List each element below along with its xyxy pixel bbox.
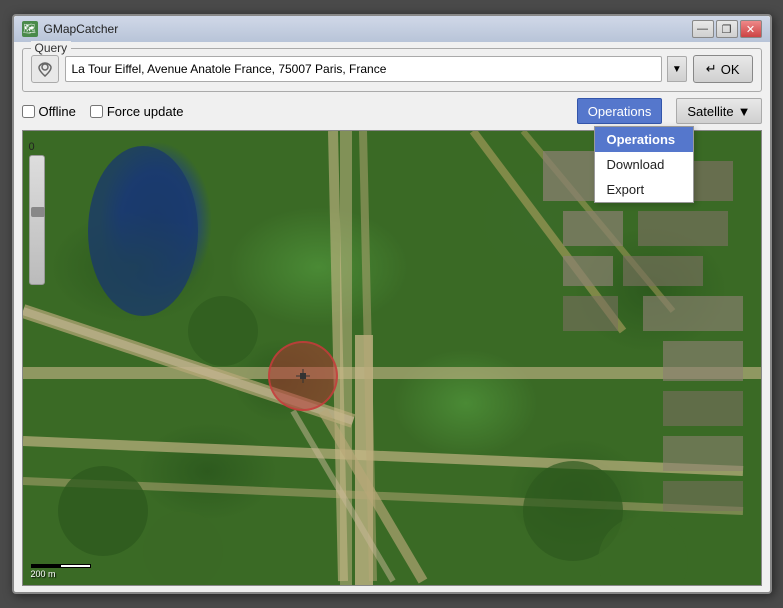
minimize-button[interactable]: —	[692, 20, 714, 38]
restore-button[interactable]: ❐	[716, 20, 738, 38]
query-group: Query ▼ ↵ OK	[22, 48, 762, 92]
titlebar: 🗺 GMapCatcher — ❐ ✕	[14, 16, 770, 42]
query-row: ▼ ↵ OK	[31, 55, 753, 83]
main-content: Query ▼ ↵ OK Offline	[14, 42, 770, 592]
operations-dropdown-menu: Operations Download Export	[594, 126, 694, 203]
force-update-checkbox-label[interactable]: Force update	[90, 104, 184, 119]
operations-menu-header[interactable]: Operations	[595, 127, 693, 152]
toolbar-row: Offline Force update Operations Satellit…	[22, 98, 762, 124]
query-legend: Query	[31, 41, 72, 55]
location-icon[interactable]	[31, 55, 59, 83]
operations-button[interactable]: Operations	[577, 98, 663, 124]
download-menu-item[interactable]: Download	[595, 152, 693, 177]
zoom-control: 0	[29, 141, 45, 285]
zoom-level: 0	[29, 141, 45, 153]
offline-checkbox-label[interactable]: Offline	[22, 104, 76, 119]
close-button[interactable]: ✕	[740, 20, 762, 38]
scale-label: 200 m	[31, 569, 91, 579]
ok-button[interactable]: ↵ OK	[693, 55, 753, 83]
ok-label: OK	[721, 62, 740, 77]
ok-arrow-icon: ↵	[706, 61, 717, 77]
window-controls: — ❐ ✕	[692, 20, 762, 38]
app-title: GMapCatcher	[44, 22, 119, 36]
force-update-checkbox[interactable]	[90, 105, 103, 118]
search-input[interactable]	[65, 56, 662, 82]
app-icon: 🗺	[22, 21, 38, 37]
scale-line	[31, 564, 91, 568]
offline-label: Offline	[39, 104, 76, 119]
zoom-handle[interactable]	[31, 207, 45, 217]
titlebar-left: 🗺 GMapCatcher	[22, 21, 119, 37]
scale-bar: 200 m	[31, 564, 91, 579]
satellite-arrow-icon: ▼	[738, 104, 751, 119]
satellite-button[interactable]: Satellite ▼	[676, 98, 761, 124]
satellite-label: Satellite	[687, 104, 733, 119]
export-menu-item[interactable]: Export	[595, 177, 693, 202]
offline-checkbox[interactable]	[22, 105, 35, 118]
location-marker[interactable]	[268, 341, 338, 411]
force-update-label: Force update	[107, 104, 184, 119]
search-dropdown-arrow[interactable]: ▼	[667, 56, 687, 82]
zoom-slider[interactable]	[29, 155, 45, 285]
marker-center	[300, 373, 306, 379]
app-window: 🗺 GMapCatcher — ❐ ✕ Query ▼	[12, 14, 772, 594]
